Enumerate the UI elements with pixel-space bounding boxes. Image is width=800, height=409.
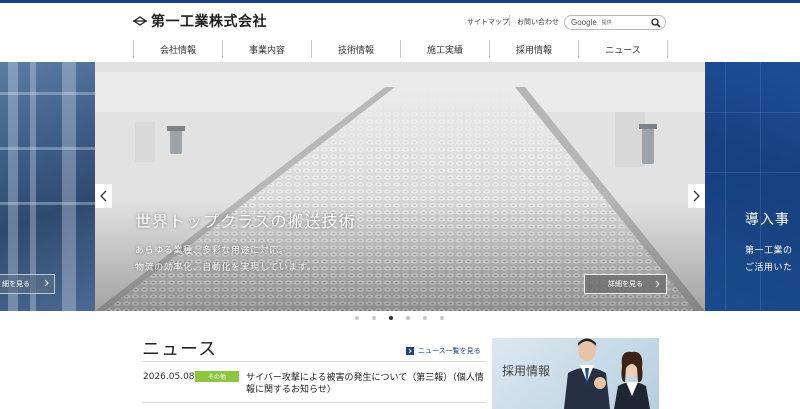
sitemap-link[interactable]: サイトマップ	[467, 17, 509, 27]
news-date: 2026.05.08	[143, 372, 195, 382]
top-accent-bar	[0, 0, 800, 3]
previous-slide-detail-label: 細を見る	[2, 280, 30, 288]
next-slide-subtitle-line2: ご活用いた	[745, 263, 793, 273]
carousel-dot[interactable]	[372, 316, 376, 320]
previous-slide-detail-button[interactable]: 細を見る	[0, 274, 55, 294]
news-all-link-label: ニュース一覧を見る	[418, 347, 481, 355]
active-slide[interactable]: 世界トップクラスの搬送技術 あらゆる業種、多彩な用途に対応。 物流の効率化、自動…	[95, 62, 705, 311]
company-name: 第一工業株式会社	[151, 14, 267, 30]
company-logo[interactable]: 第一工業株式会社	[133, 12, 267, 30]
news-divider	[142, 402, 487, 403]
carousel-dot[interactable]	[406, 316, 410, 320]
hero-subtitle-line1: あらゆる業種、多彩な用途に対応。	[135, 246, 289, 256]
news-heading: ニュース	[142, 339, 218, 360]
carousel-pagination	[355, 316, 444, 320]
chevron-right-icon	[44, 279, 49, 289]
hero-detail-button[interactable]: 詳細を見る	[584, 274, 667, 294]
nav-item-works[interactable]: 施工実績	[400, 40, 489, 58]
contact-link[interactable]: お問い合わせ	[517, 17, 559, 27]
next-slide-title: 導入事	[745, 212, 790, 228]
logo-mark-icon	[133, 16, 147, 26]
global-nav: 会社情報 事業内容 技術情報 施工実績 採用情報 ニュース	[133, 40, 668, 58]
news-divider	[142, 361, 487, 362]
hero-subtitle-line2: 物流の効率化、自動化を実現しています。	[135, 263, 317, 273]
hero-detail-label: 詳細を見る	[608, 280, 643, 288]
hero-carousel: 細を見る 世界トップクラスの搬送技術 あらゆる業種、多彩な用途に対応。 物流の効…	[0, 62, 800, 311]
carousel-dot-active[interactable]	[389, 316, 393, 320]
chevron-left-icon	[100, 190, 107, 202]
nav-item-recruit[interactable]: 採用情報	[489, 40, 578, 58]
nav-item-news[interactable]: ニュース	[578, 40, 668, 58]
next-slide-preview[interactable]: 導入事 第一工業の ご活用いた	[705, 62, 800, 311]
search-input[interactable]: Google 提供	[564, 15, 666, 30]
carousel-prev-button[interactable]	[95, 184, 112, 208]
nav-item-business[interactable]: 事業内容	[222, 40, 311, 58]
search-icon[interactable]	[651, 18, 661, 28]
carousel-dot[interactable]	[440, 316, 444, 320]
news-item-title[interactable]: サイバー攻撃による被害の発生について（第三報）（個人情報に関するお知らせ）	[246, 372, 491, 396]
chevron-right-icon	[655, 280, 660, 290]
news-category-badge: その他	[195, 371, 239, 382]
recruit-banner[interactable]: 採用情報	[492, 338, 659, 409]
nav-item-company[interactable]: 会社情報	[133, 40, 222, 58]
chevron-right-icon	[693, 190, 700, 202]
carousel-dot[interactable]	[423, 316, 427, 320]
nav-item-technology[interactable]: 技術情報	[311, 40, 400, 58]
recruit-banner-label: 採用情報	[502, 364, 551, 378]
arrow-box-icon	[406, 347, 414, 355]
previous-slide-preview[interactable]: 細を見る	[0, 62, 95, 311]
search-placeholder-brand: Google	[571, 18, 597, 27]
carousel-dot[interactable]	[355, 316, 359, 320]
carousel-next-button[interactable]	[688, 184, 705, 208]
news-all-link[interactable]: ニュース一覧を見る	[406, 346, 481, 356]
hero-title: 世界トップクラスの搬送技術	[135, 212, 356, 231]
next-slide-subtitle-line1: 第一工業の	[745, 246, 793, 256]
utility-divider	[509, 15, 510, 26]
search-placeholder-suffix: 提供	[601, 20, 612, 26]
